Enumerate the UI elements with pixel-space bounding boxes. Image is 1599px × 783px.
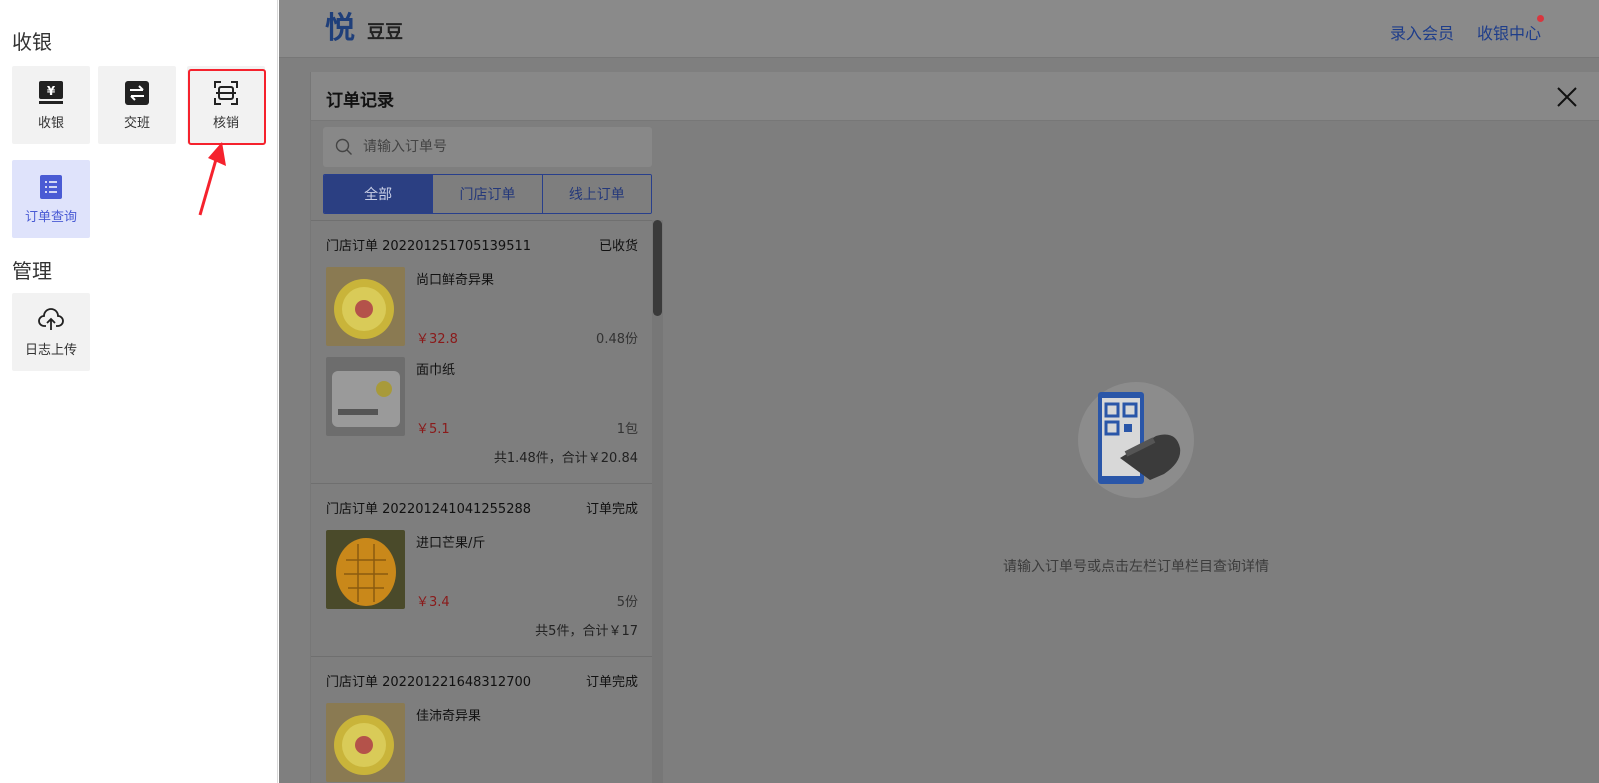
panel-header: 订单记录: [311, 72, 1599, 121]
scan-icon: [213, 80, 239, 106]
item-name: 进口芒果/斤: [416, 536, 486, 551]
order-item: 面巾纸 ￥5.1 1包: [326, 357, 638, 447]
tab-store-orders[interactable]: 门店订单: [433, 175, 543, 213]
order-list-scrollbar[interactable]: [652, 220, 663, 783]
order-status: 订单完成: [585, 501, 638, 517]
kiwi-image: [326, 267, 405, 346]
store-name: 豆豆: [367, 22, 403, 43]
order-status: 已收货: [598, 238, 638, 254]
tile-label: 日志上传: [24, 342, 77, 358]
tile-label: 订单查询: [24, 209, 77, 225]
order-list: 门店订单 202201251705139511 已收货 尚口鲜奇异果 ￥32.8…: [311, 220, 652, 783]
order-title: 门店订单 202201241041255288: [326, 501, 532, 517]
tile-label: 交班: [123, 115, 150, 131]
register-member-link[interactable]: 录入会员: [1390, 20, 1454, 44]
tab-all[interactable]: 全部: [324, 175, 434, 213]
order-item: 尚口鲜奇异果 ￥32.8 0.48份: [326, 267, 638, 357]
kiwi-image: [326, 703, 405, 782]
item-name: 面巾纸: [416, 363, 456, 378]
tile-label: 收银: [37, 115, 64, 131]
order-title: 门店订单 202201251705139511: [326, 238, 532, 254]
order-status: 订单完成: [585, 674, 638, 690]
close-icon[interactable]: [1554, 84, 1580, 110]
order-card[interactable]: 门店订单 202201241041255288 订单完成 进口芒果/斤 ￥3.4…: [311, 484, 652, 657]
item-quantity: 0.48份: [596, 332, 638, 347]
order-search-box: [323, 127, 652, 167]
swap-icon: [124, 80, 150, 106]
order-list-icon: [38, 174, 64, 200]
tile-log-upload[interactable]: 日志上传: [12, 293, 90, 371]
order-total: 共1.48件，合计￥20.84: [493, 451, 638, 466]
main-area: 悦 豆豆 录入会员 收银中心 订单记录 全部 门店订单 线上订单 门店订单 20…: [279, 0, 1599, 783]
svg-text:¥: ¥: [47, 84, 56, 98]
empty-state-text: 请输入订单号或点击左栏订单栏目查询详情: [1003, 559, 1269, 575]
item-name: 佳沛奇异果: [416, 709, 482, 724]
tissue-image: [326, 357, 405, 436]
order-item: 进口芒果/斤 ￥3.4 5份: [326, 530, 638, 620]
notification-dot: [1537, 15, 1544, 22]
cashier-center-link[interactable]: 收银中心: [1477, 20, 1541, 44]
cloud-upload-icon: [38, 307, 64, 333]
item-quantity: 1包: [616, 422, 638, 437]
section-title-management: 管理: [12, 259, 52, 283]
tile-cashier[interactable]: ¥ 收银: [12, 66, 90, 144]
top-bar: 悦 豆豆 录入会员 收银中心: [279, 0, 1599, 58]
annotation-arrow-icon: [198, 142, 226, 216]
order-item: 佳沛奇异果: [326, 703, 638, 783]
section-title-cashier: 收银: [12, 30, 52, 54]
cash-register-icon: ¥: [38, 80, 64, 106]
order-title: 门店订单 202201221648312700: [326, 674, 532, 690]
item-name: 尚口鲜奇异果: [416, 273, 495, 288]
sidebar: 收银 ¥ 收银 交班 核销 订单查询 管理 日志上传: [0, 0, 278, 783]
tile-shift[interactable]: 交班: [98, 66, 176, 144]
tile-label: 核销: [212, 115, 239, 131]
item-price: ￥3.4: [416, 595, 450, 610]
tile-verify[interactable]: 核销: [187, 66, 265, 144]
order-card[interactable]: 门店订单 202201221648312700 订单完成 佳沛奇异果: [311, 657, 652, 783]
order-type-tabs: 全部 门店订单 线上订单: [323, 174, 652, 214]
panel-title: 订单记录: [326, 91, 394, 111]
order-records-panel: 订单记录 全部 门店订单 线上订单 门店订单 20220125170513951…: [310, 72, 1599, 783]
item-price: ￥5.1: [416, 422, 450, 437]
search-icon: [335, 138, 352, 155]
order-search-input[interactable]: [361, 135, 641, 159]
brand-logo: 悦: [325, 11, 355, 46]
mango-image: [326, 530, 405, 609]
tile-order-query[interactable]: 订单查询: [12, 160, 90, 238]
qr-scanner-illustration-icon: [1078, 382, 1194, 498]
item-quantity: 5份: [616, 595, 638, 610]
scroll-thumb[interactable]: [653, 220, 662, 316]
empty-state: 请输入订单号或点击左栏订单栏目查询详情: [951, 382, 1321, 576]
item-price: ￥32.8: [416, 332, 458, 347]
order-total: 共5件，合计￥17: [535, 624, 638, 639]
order-card[interactable]: 门店订单 202201251705139511 已收货 尚口鲜奇异果 ￥32.8…: [311, 221, 652, 484]
tab-online-orders[interactable]: 线上订单: [542, 175, 651, 213]
